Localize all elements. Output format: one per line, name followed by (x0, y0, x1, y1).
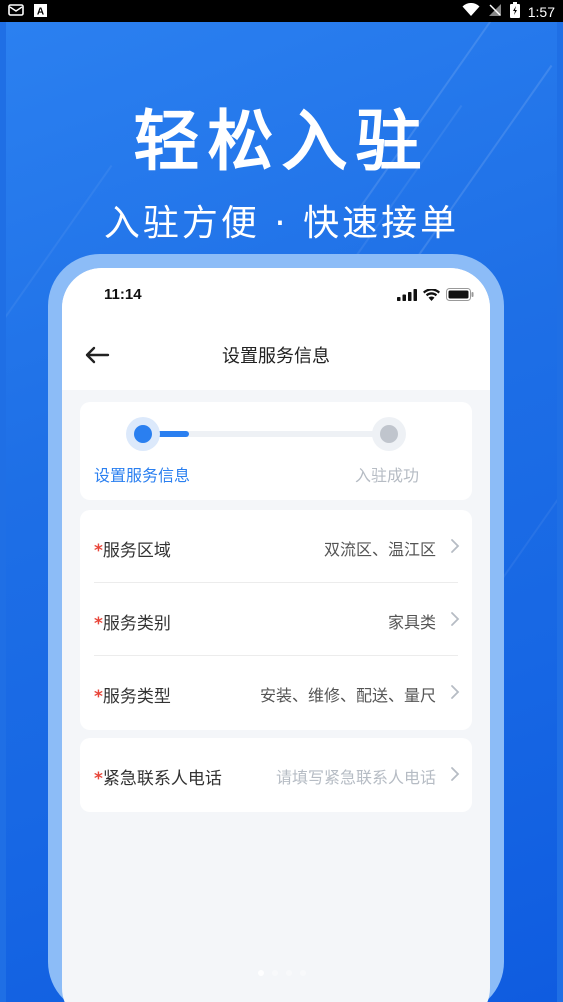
emergency-contact-card: *紧急联系人电话 请填写紧急联系人电话 (80, 738, 472, 812)
row-service-area[interactable]: *服务区域 双流区、温江区 (80, 510, 472, 583)
no-signal-icon (488, 3, 502, 21)
android-status-bar: A 1:57 (0, 0, 563, 22)
chevron-right-icon (451, 612, 460, 626)
mail-icon (8, 3, 24, 21)
row-emergency-contact[interactable]: *紧急联系人电话 请填写紧急联系人电话 (80, 738, 472, 811)
chevron-right-icon (451, 685, 460, 699)
nav-bar: 设置服务信息 (62, 320, 490, 390)
ios-status-bar: 11:14 (62, 268, 490, 320)
pager-dots (0, 970, 563, 976)
a-badge-icon: A (34, 3, 47, 21)
page-title: 设置服务信息 (222, 346, 330, 367)
row-service-category[interactable]: *服务类别 家具类 (80, 583, 472, 656)
phone-screen: 11:14 设置服务信息 设置服务信息 入驻成功 *服务区域 双流区、温江区 *… (62, 268, 490, 1002)
row-value: 双流区、温江区 (323, 540, 436, 559)
status-time: 1:57 (527, 4, 555, 20)
step-indicator: 设置服务信息 入驻成功 (80, 402, 472, 500)
promo-subline: 入驻方便 · 快速接单 (103, 203, 460, 244)
row-label: 服务区域 (102, 541, 171, 561)
svg-text:A: A (37, 6, 44, 17)
pager-dot[interactable] (257, 970, 264, 976)
step-label-setup: 设置服务信息 (94, 466, 191, 485)
promo-headline: 轻松入驻 (133, 103, 430, 180)
row-value: 家具类 (387, 613, 436, 632)
row-label: 服务类型 (102, 687, 171, 707)
emergency-contact-input[interactable]: 请填写紧急联系人电话 (276, 764, 436, 788)
step-dot-active (126, 417, 160, 451)
required-mark: * (94, 541, 103, 561)
row-value: 安装、维修、配送、量尺 (259, 686, 436, 705)
ios-time: 11:14 (104, 286, 142, 303)
battery-icon (446, 286, 474, 305)
step-label-success: 入驻成功 (355, 466, 420, 485)
required-mark: * (94, 614, 103, 634)
required-mark: * (94, 687, 103, 707)
row-service-type[interactable]: *服务类型 安装、维修、配送、量尺 (80, 656, 472, 729)
pager-dot[interactable] (271, 970, 278, 976)
chevron-right-icon (451, 767, 460, 781)
service-form: *服务区域 双流区、温江区 *服务类别 家具类 *服务类型 安装、维修、配送、量… (80, 510, 472, 730)
pager-dot[interactable] (285, 970, 292, 976)
wifi-icon (423, 286, 440, 305)
battery-charging-icon (509, 2, 520, 22)
row-label: 服务类别 (102, 614, 171, 634)
step-dot-inactive (372, 417, 406, 451)
required-mark: * (94, 769, 103, 789)
row-label: 紧急联系人电话 (102, 769, 222, 789)
cellular-icon (397, 286, 417, 305)
wifi-icon (462, 2, 480, 21)
pager-dot[interactable] (299, 970, 306, 976)
chevron-right-icon (451, 539, 460, 553)
